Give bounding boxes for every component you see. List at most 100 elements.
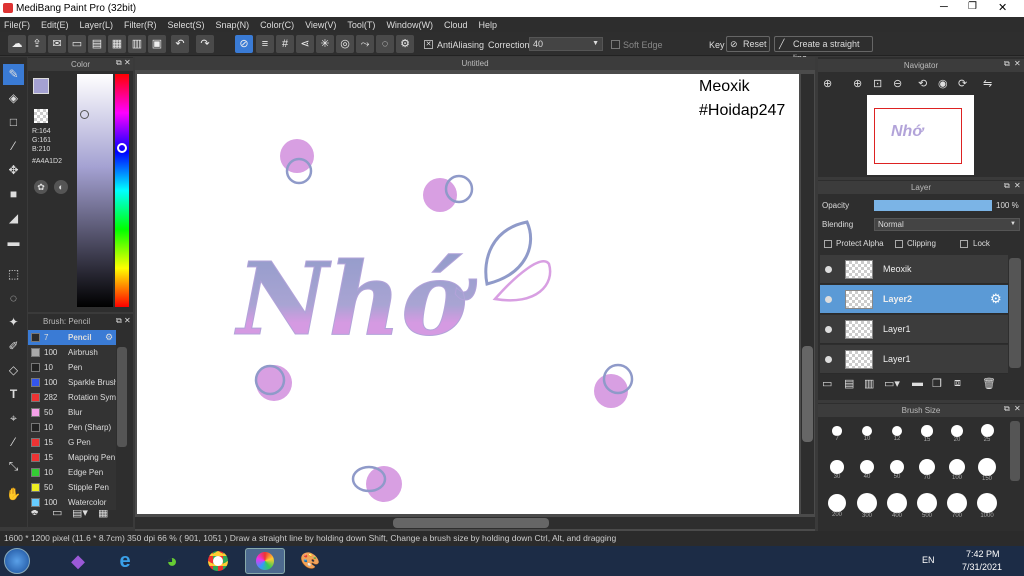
minimize-icon[interactable]: ─ (940, 1, 948, 13)
brush-size-scrollbar[interactable] (1010, 421, 1020, 481)
circle-snap-icon[interactable]: ◎ (336, 35, 354, 53)
bucket-tool-icon[interactable]: ◢ (3, 208, 24, 229)
brush-size-option[interactable]: 400 (882, 493, 912, 519)
close-panel-icon[interactable]: ✕ (1014, 59, 1021, 68)
brush-item[interactable]: 100 Airbrush (28, 345, 116, 360)
new-file-icon[interactable]: ▭ (68, 35, 86, 53)
brush-size-option[interactable]: 40 (852, 457, 882, 480)
magic-wand-icon[interactable]: ✦ (3, 312, 24, 333)
brush-size-option[interactable]: 100 (942, 457, 972, 481)
redo-icon[interactable]: ↷ (196, 35, 214, 53)
brush-item[interactable]: 10 Pen (28, 360, 116, 375)
brush-size-option[interactable]: 150 (972, 457, 1002, 482)
brush-item[interactable]: 10 Pen (Sharp) (28, 420, 116, 435)
brightness-handle[interactable] (80, 110, 89, 119)
zoom-out-icon[interactable]: ⊖ (893, 77, 902, 90)
vertical-scrollbar[interactable] (801, 74, 814, 514)
palette-icon[interactable]: ✿ (34, 180, 48, 194)
brush-item[interactable]: 7 Pencil ⚙ (28, 330, 116, 345)
brush-tool-icon[interactable]: ✎ (3, 64, 24, 85)
curve-snap-icon[interactable]: ⤳ (356, 35, 374, 53)
eraser-tool-icon[interactable]: ◈ (3, 88, 24, 109)
brush-item[interactable]: 10 Edge Pen (28, 465, 116, 480)
rectangle-tool-icon[interactable]: □ (3, 112, 24, 133)
foreground-color-swatch[interactable] (33, 78, 49, 94)
blending-select[interactable]: Normal ▼ (874, 218, 1020, 231)
undo-icon[interactable]: ↶ (171, 35, 189, 53)
radial-snap-icon[interactable]: ✳ (316, 35, 334, 53)
brush-size-option[interactable]: 20 (942, 421, 972, 443)
vertical-scroll-thumb[interactable] (802, 346, 813, 442)
new-halftone-layer-icon[interactable]: ▤ (844, 377, 854, 390)
brush-size-option[interactable]: 700 (942, 493, 972, 519)
ellipse-snap-icon[interactable]: ◌ (376, 35, 394, 53)
close-icon[interactable]: ✕ (998, 1, 1007, 14)
maximize-icon[interactable]: ❐ (968, 1, 977, 12)
snap-settings-icon[interactable]: ⚙ (396, 35, 414, 53)
brush-size-option[interactable]: 12 (882, 421, 912, 442)
visibility-toggle[interactable] (825, 326, 832, 333)
menu-edit[interactable]: Edit(E) (41, 20, 69, 30)
menu-color[interactable]: Color(C) (260, 20, 294, 30)
eyedropper-icon[interactable]: ⁄ (3, 432, 24, 453)
brush-item[interactable]: 100 Watercolor (28, 495, 116, 510)
menu-window[interactable]: Window(W) (386, 20, 433, 30)
no-snap-icon[interactable]: ⊘ (235, 35, 253, 53)
parallel-snap-icon[interactable]: ≡ (256, 35, 274, 53)
save-icon[interactable]: ▤ (88, 35, 106, 53)
close-panel-icon[interactable]: ✕ (1014, 404, 1021, 413)
reset-rotation-icon[interactable]: ◉ (938, 77, 948, 90)
duplicate-layer-icon[interactable]: ❐ (932, 377, 942, 390)
close-panel-icon[interactable]: ✕ (1014, 181, 1021, 190)
text-tool-icon[interactable]: T (3, 384, 24, 405)
correction-select[interactable]: 40 ▼ (529, 37, 603, 51)
upload-icon[interactable]: ⇪ (28, 35, 46, 53)
close-panel-icon[interactable]: ✕ (124, 58, 131, 67)
brush-item[interactable]: 50 Blur (28, 405, 116, 420)
paint-icon[interactable]: 🎨 (290, 548, 330, 574)
brush-size-option[interactable]: 1000 (972, 493, 1002, 519)
menu-view[interactable]: View(V) (305, 20, 336, 30)
brush-size-option[interactable]: 200 (822, 493, 852, 518)
layer-row[interactable]: Meoxik (820, 255, 1008, 284)
fit-icon[interactable]: ⊡ (873, 77, 882, 90)
layer-list-scrollbar[interactable] (1009, 258, 1021, 368)
menu-help[interactable]: Help (478, 20, 497, 30)
operation-tool-icon[interactable]: ⌖ (3, 408, 24, 429)
lock-checkbox[interactable] (960, 240, 968, 248)
brush-item[interactable]: 15 Mapping Pen (28, 450, 116, 465)
grid-snap-icon[interactable]: # (276, 35, 294, 53)
move-tool-icon[interactable]: ✥ (3, 160, 24, 181)
rotate-right-icon[interactable]: ⟳ (958, 77, 967, 90)
zoom-in-icon[interactable]: ⊕ (823, 77, 832, 90)
add-layer-menu-icon[interactable]: ▭▾ (884, 377, 900, 390)
canvas-tab[interactable]: Untitled (135, 57, 815, 70)
clipping-checkbox[interactable] (895, 240, 903, 248)
navigator-preview[interactable]: Nhớ (867, 95, 974, 175)
divide-tool-icon[interactable]: ⤡ (3, 456, 24, 477)
medibang-taskbar-icon[interactable] (245, 548, 285, 574)
brush-size-option[interactable]: 300 (852, 493, 882, 519)
visual-studio-icon[interactable]: ◆ (58, 548, 98, 574)
brush-size-option[interactable]: 7 (822, 421, 852, 442)
gradient-tool-icon[interactable]: ▬ (3, 232, 24, 253)
brush-size-option[interactable]: 10 (852, 421, 882, 442)
brush-item[interactable]: 282 Rotation Sym (28, 390, 116, 405)
cloud-icon[interactable]: ☁ (8, 35, 26, 53)
brush-size-option[interactable]: 30 (822, 457, 852, 480)
zoom-in-icon[interactable]: ⊕ (853, 77, 862, 90)
layer-row[interactable]: Layer2 ⚙ (820, 285, 1008, 314)
panel-icon[interactable]: ▣ (148, 35, 166, 53)
menu-cloud[interactable]: Cloud (444, 20, 468, 30)
layer-row[interactable]: Layer1 (820, 315, 1008, 344)
brush-item[interactable]: 15 G Pen (28, 435, 116, 450)
chrome-icon[interactable] (198, 548, 238, 574)
opacity-slider[interactable] (874, 200, 992, 211)
transparent-color-swatch[interactable] (34, 109, 48, 123)
drawing-canvas[interactable]: Nhớ Meoxik #Hoidap247 (137, 74, 799, 514)
antialiasing-checkbox[interactable]: ✕ (424, 40, 433, 49)
language-indicator[interactable]: EN (922, 555, 935, 565)
menu-file[interactable]: File(F) (4, 20, 30, 30)
layer-settings-icon[interactable]: ⚙ (990, 291, 1002, 307)
float-icon[interactable]: ⧉ (116, 58, 122, 68)
